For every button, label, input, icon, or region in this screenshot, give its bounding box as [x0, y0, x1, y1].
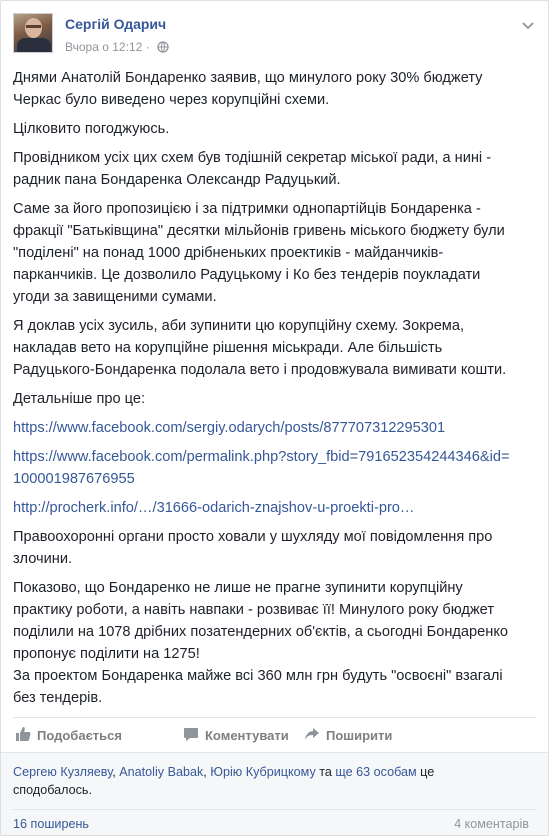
post-link[interactable]: https://www.facebook.com/permalink.php?s… [13, 449, 510, 487]
footer-divider [13, 809, 536, 810]
post-paragraph: Днями Анатолій Бондаренко заявив, що мин… [13, 70, 483, 108]
others-link[interactable]: ще 63 особам [335, 765, 416, 779]
share-button[interactable]: Поширити [304, 723, 392, 747]
post-card: Сергій Одарич Вчора о 12:12 · Днями Анат… [0, 0, 549, 836]
liker-link[interactable]: Юрію Кубрицкому [210, 765, 315, 779]
post-paragraph: Детальніше про це: [13, 391, 146, 407]
likes-summary: Сергею Кузляеву, Anatoliy Babak, Юрію Ку… [13, 765, 435, 797]
post-paragraph: За проектом Бондаренка майже всі 360 млн… [13, 668, 503, 706]
comment-button[interactable]: Коментувати [183, 723, 289, 747]
actions-divider [13, 717, 536, 718]
post-header: Сергій Одарич Вчора о 12:12 · [13, 13, 536, 61]
shares-link[interactable]: 16 поширень [13, 817, 89, 831]
post-paragraph: Саме за його пропозицією і за підтримки … [13, 201, 505, 305]
comments-link[interactable]: 4 коментарів [454, 817, 529, 831]
post-paragraph: Провідником усіх цих схем був тодішній с… [13, 150, 492, 188]
post-timestamp[interactable]: Вчора о 12:12 · [65, 40, 150, 54]
like-label: Подобається [37, 727, 122, 743]
liker-link[interactable]: Anatoliy Babak [119, 765, 203, 779]
post-paragraph: Цілковито погоджуюсь. [13, 121, 170, 137]
post-paragraph: Показово, що Бондаренко не лише не прагн… [13, 580, 508, 662]
globe-icon[interactable] [157, 41, 169, 56]
share-icon [304, 726, 326, 745]
post-paragraph: Правоохоронні органи просто ховали у шух… [13, 529, 493, 567]
comment-label: Коментувати [205, 727, 289, 743]
author-name[interactable]: Сергій Одарич [65, 16, 166, 32]
thumbs-up-icon [15, 726, 37, 745]
post-footer: Сергею Кузляеву, Anatoliy Babak, Юрію Ку… [1, 752, 548, 835]
like-button[interactable]: Подобається [15, 723, 122, 747]
post-paragraph: Я доклав усіх зусиль, аби зупинити цю ко… [13, 318, 507, 378]
post-link[interactable]: http://procherk.info/…/31666-odarich-zna… [13, 500, 415, 516]
action-bar: Подобається Коментувати Поширити [13, 723, 533, 747]
share-label: Поширити [326, 727, 393, 743]
post-link[interactable]: https://www.facebook.com/sergiy.odarych/… [13, 420, 445, 436]
post-meta: Вчора о 12:12 · [65, 40, 169, 56]
chevron-down-icon[interactable] [520, 17, 536, 33]
author-avatar[interactable] [13, 13, 53, 53]
comment-icon [183, 726, 205, 745]
post-body: Днями Анатолій Бондаренко заявив, що мин… [13, 67, 513, 716]
liker-link[interactable]: Сергею Кузляеву [13, 765, 112, 779]
likes-and: та [319, 765, 332, 779]
